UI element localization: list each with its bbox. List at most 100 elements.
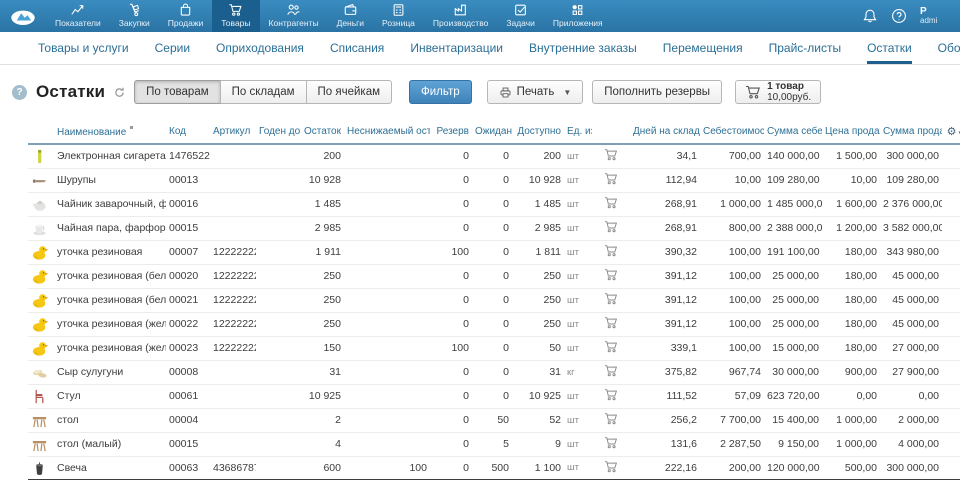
help-icon[interactable] bbox=[891, 8, 907, 24]
subnav-tab[interactable]: Серии bbox=[142, 32, 203, 64]
topnav-item-sales[interactable]: Продажи bbox=[159, 0, 213, 32]
icon-column-header bbox=[28, 122, 54, 144]
cell-min_stock bbox=[344, 144, 430, 168]
cell-unit: шт bbox=[564, 240, 592, 264]
subnav-tab[interactable]: Инвентаризации bbox=[397, 32, 516, 64]
topnav-item-label: Розница bbox=[382, 18, 415, 28]
subnav-tab[interactable]: Перемещения bbox=[650, 32, 756, 64]
table-row[interactable]: Сыр сулугуни00008310031кг375,82967,7430 … bbox=[28, 360, 960, 384]
cell-name: Сыр сулугуни bbox=[54, 360, 166, 384]
cell-price: 1 500,00 bbox=[822, 144, 880, 168]
cart-icon[interactable] bbox=[604, 368, 618, 380]
user-account[interactable]: P admi bbox=[920, 6, 960, 26]
table-row[interactable]: Чайник заварочный, фарфор000161 485001 4… bbox=[28, 192, 960, 216]
user-name: admi bbox=[920, 17, 960, 26]
cell-price: 1 200,00 bbox=[822, 216, 880, 240]
cell-price: 180,00 bbox=[822, 288, 880, 312]
cart-icon[interactable] bbox=[604, 440, 618, 452]
subnav-tab[interactable]: Товары и услуги bbox=[25, 32, 142, 64]
subnav-tab[interactable]: Списания bbox=[317, 32, 397, 64]
replenish-reserves-button[interactable]: Пополнить резервы bbox=[592, 80, 722, 104]
cell-sale_sum: 0,00 bbox=[880, 384, 942, 408]
section-tabs: Товары и услугиСерииОприходованияСписани… bbox=[0, 32, 960, 65]
cell-days: 391,12 bbox=[630, 312, 700, 336]
cell-code: 00061 bbox=[166, 384, 210, 408]
subnav-tab[interactable]: Обороты bbox=[925, 32, 960, 64]
column-header-price[interactable]: Цена продажи bbox=[822, 122, 880, 144]
cart-summary-button[interactable]: 1 товар 10,00руб. bbox=[735, 80, 821, 104]
app-logo[interactable] bbox=[0, 0, 46, 32]
table-row[interactable]: уточка резиновая (желтая, маленькая)0002… bbox=[28, 336, 960, 360]
cart-icon[interactable] bbox=[604, 176, 618, 188]
column-header-sale_sum[interactable]: Сумма продажи bbox=[880, 122, 942, 144]
cart-icon[interactable] bbox=[604, 152, 618, 164]
table-row[interactable]: уточка резиновая (белая, маленькая)00021… bbox=[28, 288, 960, 312]
notifications-bell-icon[interactable] bbox=[862, 8, 878, 24]
cart-icon[interactable] bbox=[604, 296, 618, 308]
topnav-item-money[interactable]: Деньги bbox=[328, 0, 373, 32]
cell-code: 00021 bbox=[166, 288, 210, 312]
table-row[interactable]: уточка резиновая0000712222222221 9111000… bbox=[28, 240, 960, 264]
ecig-icon bbox=[31, 148, 51, 165]
table-row[interactable]: уточка резиновая (белая, большая)0002012… bbox=[28, 264, 960, 288]
cell-price: 1 000,00 bbox=[822, 408, 880, 432]
table-row[interactable]: уточка резиновая (желтая, большая)000221… bbox=[28, 312, 960, 336]
table-row[interactable]: стол (малый)000154059шт131,62 287,509 15… bbox=[28, 432, 960, 456]
column-header-stock[interactable]: Остаток bbox=[300, 122, 344, 144]
column-settings-gear-icon[interactable]: ⚙ ▾ bbox=[942, 122, 960, 144]
subnav-tab[interactable]: Прайс-листы bbox=[756, 32, 855, 64]
subnav-tab[interactable]: Оприходования bbox=[203, 32, 317, 64]
column-header-expiry[interactable]: Годен до bbox=[256, 122, 300, 144]
column-header-code[interactable]: Код bbox=[166, 122, 210, 144]
topnav-item-metrics[interactable]: Показатели bbox=[46, 0, 110, 32]
page-help-icon[interactable]: ? bbox=[12, 85, 27, 100]
column-header-cost[interactable]: Себестоимость bbox=[700, 122, 764, 144]
cell-unit: шт bbox=[564, 168, 592, 192]
subnav-tab[interactable]: Остатки bbox=[854, 32, 925, 64]
stock-table: НаименованиеКодАртикулГоден доОстатокНес… bbox=[28, 122, 960, 480]
topnav-item-purchases[interactable]: Закупки bbox=[110, 0, 159, 32]
cell-cost: 100,00 bbox=[700, 264, 764, 288]
column-header-unit[interactable]: Ед. изм. bbox=[564, 122, 592, 144]
table-row[interactable]: Электронная сигарета одноразовая14765225… bbox=[28, 144, 960, 168]
cell-cost_sum: 191 100,00 bbox=[764, 240, 822, 264]
column-header-label: Годен до bbox=[259, 126, 300, 137]
print-button[interactable]: Печать ▼ bbox=[487, 80, 584, 104]
subnav-tab[interactable]: Внутренние заказы bbox=[516, 32, 650, 64]
topnav-item-production[interactable]: Производство bbox=[424, 0, 497, 32]
filter-button[interactable]: Фильтр bbox=[409, 80, 472, 104]
cart-icon[interactable] bbox=[604, 464, 618, 476]
cart-icon[interactable] bbox=[604, 248, 618, 260]
cart-icon[interactable] bbox=[604, 416, 618, 428]
column-header-waiting[interactable]: Ожидание bbox=[472, 122, 512, 144]
table-row[interactable]: Чайная пара, фарфор000152 985002 985шт26… bbox=[28, 216, 960, 240]
cart-icon[interactable] bbox=[604, 320, 618, 332]
table-row[interactable]: Шурупы0001310 9280010 928шт112,9410,0010… bbox=[28, 168, 960, 192]
topnav-item-retail[interactable]: Розница bbox=[373, 0, 424, 32]
cart-icon[interactable] bbox=[604, 224, 618, 236]
column-header-days[interactable]: Дней на складе bbox=[630, 122, 700, 144]
column-header-available[interactable]: Доступно bbox=[512, 122, 564, 144]
topnav-item-tasks[interactable]: Задачи bbox=[497, 0, 544, 32]
cart-icon[interactable] bbox=[604, 344, 618, 356]
topnav-item-contractors[interactable]: Контрагенты bbox=[260, 0, 328, 32]
cart-icon[interactable] bbox=[604, 200, 618, 212]
column-header-article[interactable]: Артикул bbox=[210, 122, 256, 144]
cart-icon[interactable] bbox=[604, 392, 618, 404]
table-row[interactable]: Свеча00063436867876660010005001 100шт222… bbox=[28, 456, 960, 480]
view-tab[interactable]: По складам bbox=[220, 80, 306, 104]
table-row[interactable]: стол00004205052шт256,27 700,0015 400,001… bbox=[28, 408, 960, 432]
view-tab[interactable]: По ячейкам bbox=[306, 80, 392, 104]
view-tab[interactable]: По товарам bbox=[134, 80, 219, 104]
table-row[interactable]: Стул0006110 9250010 925шт111,5257,09623 … bbox=[28, 384, 960, 408]
column-header-reserve[interactable]: Резерв bbox=[430, 122, 472, 144]
duck-icon bbox=[31, 268, 51, 285]
row-end-spacer bbox=[942, 264, 960, 288]
column-header-name[interactable]: Наименование bbox=[54, 122, 166, 144]
topnav-item-goods[interactable]: Товары bbox=[212, 0, 259, 32]
column-header-cost_sum[interactable]: Сумма себестои... bbox=[764, 122, 822, 144]
refresh-icon[interactable] bbox=[114, 87, 125, 98]
topnav-item-apps[interactable]: Приложения bbox=[544, 0, 612, 32]
column-header-min_stock[interactable]: Неснижаемый остаток bbox=[344, 122, 430, 144]
cart-icon[interactable] bbox=[604, 272, 618, 284]
